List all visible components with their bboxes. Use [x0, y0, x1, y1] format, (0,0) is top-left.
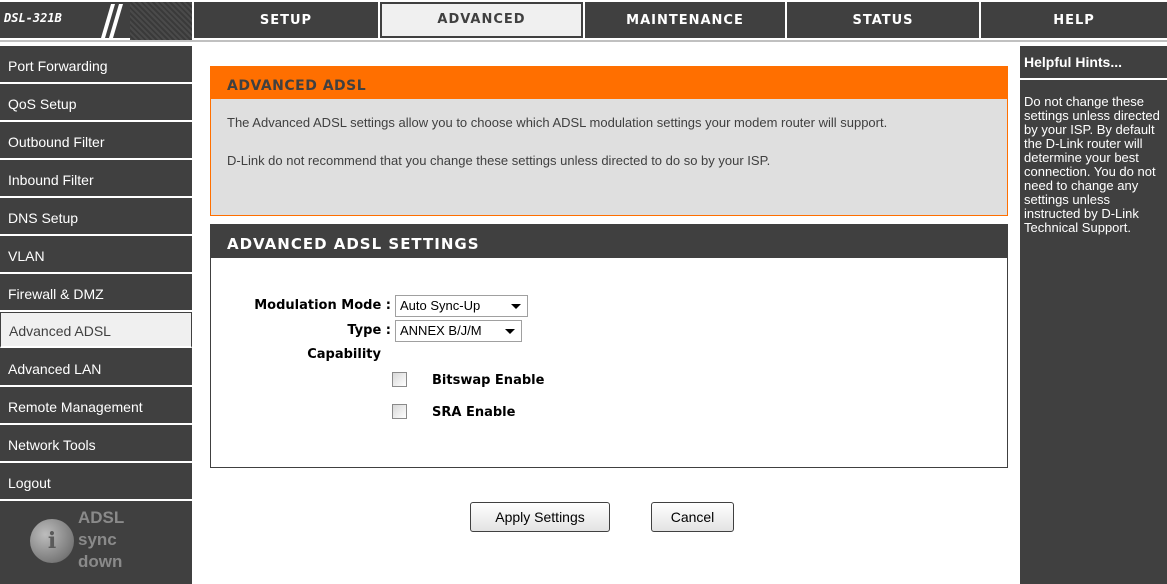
type-select[interactable]: ANNEX B/J/M: [395, 320, 522, 342]
sidebar-item-network-tools[interactable]: Network Tools: [0, 427, 192, 463]
top-divider: [0, 40, 1167, 42]
adsl-sync-status: i ADSL sync down: [30, 503, 180, 583]
settings-panel: ADVANCED ADSL SETTINGS Modulation Mode :…: [210, 224, 1008, 468]
sidebar-item-inbound-filter[interactable]: Inbound Filter: [0, 162, 192, 198]
helpful-hints-panel: Helpful Hints... Do not change these set…: [1020, 46, 1167, 584]
sync-status-line2: sync: [78, 530, 117, 549]
logo-slashes-icon: [101, 4, 123, 38]
bitswap-checkbox[interactable]: [392, 372, 407, 387]
sidebar-item-outbound-filter[interactable]: Outbound Filter: [0, 124, 192, 160]
sync-status-line3: down: [78, 552, 123, 571]
sidebar-item-port-forwarding[interactable]: Port Forwarding: [0, 48, 192, 84]
sra-checkbox[interactable]: [392, 404, 407, 419]
sidebar-item-firewall-dmz[interactable]: Firewall & DMZ: [0, 276, 192, 312]
sync-status-line1: ADSL: [78, 508, 125, 527]
tab-help[interactable]: HELP: [981, 2, 1167, 38]
chevron-down-icon: [505, 329, 515, 334]
model-name: DSL-321B: [4, 11, 62, 25]
sra-label: SRA Enable: [432, 405, 516, 420]
modulation-mode-label: Modulation Mode :: [254, 298, 391, 313]
tab-status[interactable]: STATUS: [787, 2, 979, 38]
info-icon: i: [30, 519, 74, 563]
logo-pattern: [130, 2, 192, 40]
apply-settings-button[interactable]: Apply Settings: [470, 502, 610, 532]
tab-advanced[interactable]: ADVANCED: [380, 2, 583, 38]
intro-paragraph-2: D-Link do not recommend that you change …: [227, 153, 771, 168]
bitswap-label: Bitswap Enable: [432, 373, 545, 388]
tab-setup[interactable]: SETUP: [194, 2, 378, 38]
sync-status-text: ADSL sync down: [78, 507, 124, 573]
settings-title: ADVANCED ADSL SETTINGS: [211, 225, 1007, 258]
intro-panel: ADVANCED ADSL The Advanced ADSL settings…: [210, 66, 1008, 216]
type-value: ANNEX B/J/M: [400, 323, 482, 338]
tab-maintenance[interactable]: MAINTENANCE: [585, 2, 785, 38]
sidebar-item-vlan[interactable]: VLAN: [0, 238, 192, 274]
sidebar-item-dns-setup[interactable]: DNS Setup: [0, 200, 192, 236]
helpful-hints-title: Helpful Hints...: [1024, 54, 1122, 70]
top-navigation: DSL-321B SETUP ADVANCED MAINTENANCE STAT…: [0, 0, 1167, 42]
intro-paragraph-1: The Advanced ADSL settings allow you to …: [227, 115, 888, 130]
modulation-mode-value: Auto Sync-Up: [400, 298, 481, 313]
capability-label: Capability: [307, 347, 381, 362]
brand-logo: DSL-321B: [0, 0, 192, 40]
modulation-mode-select[interactable]: Auto Sync-Up: [395, 295, 528, 317]
chevron-down-icon: [511, 304, 521, 309]
sidebar-item-remote-management[interactable]: Remote Management: [0, 389, 192, 425]
intro-title: ADVANCED ADSL: [211, 67, 1007, 99]
sidebar-item-advanced-lan[interactable]: Advanced LAN: [0, 351, 192, 387]
main-content: ADVANCED ADSL The Advanced ADSL settings…: [192, 46, 1020, 584]
sidebar-item-advanced-adsl[interactable]: Advanced ADSL: [0, 312, 192, 348]
sidebar: Port Forwarding QoS Setup Outbound Filte…: [0, 46, 192, 584]
sidebar-item-qos-setup[interactable]: QoS Setup: [0, 86, 192, 122]
type-label: Type :: [347, 323, 391, 338]
help-divider: [1020, 78, 1167, 80]
helpful-hints-text: Do not change these settings unless dire…: [1024, 94, 1160, 235]
cancel-button[interactable]: Cancel: [651, 502, 734, 532]
sidebar-item-logout[interactable]: Logout: [0, 465, 192, 501]
